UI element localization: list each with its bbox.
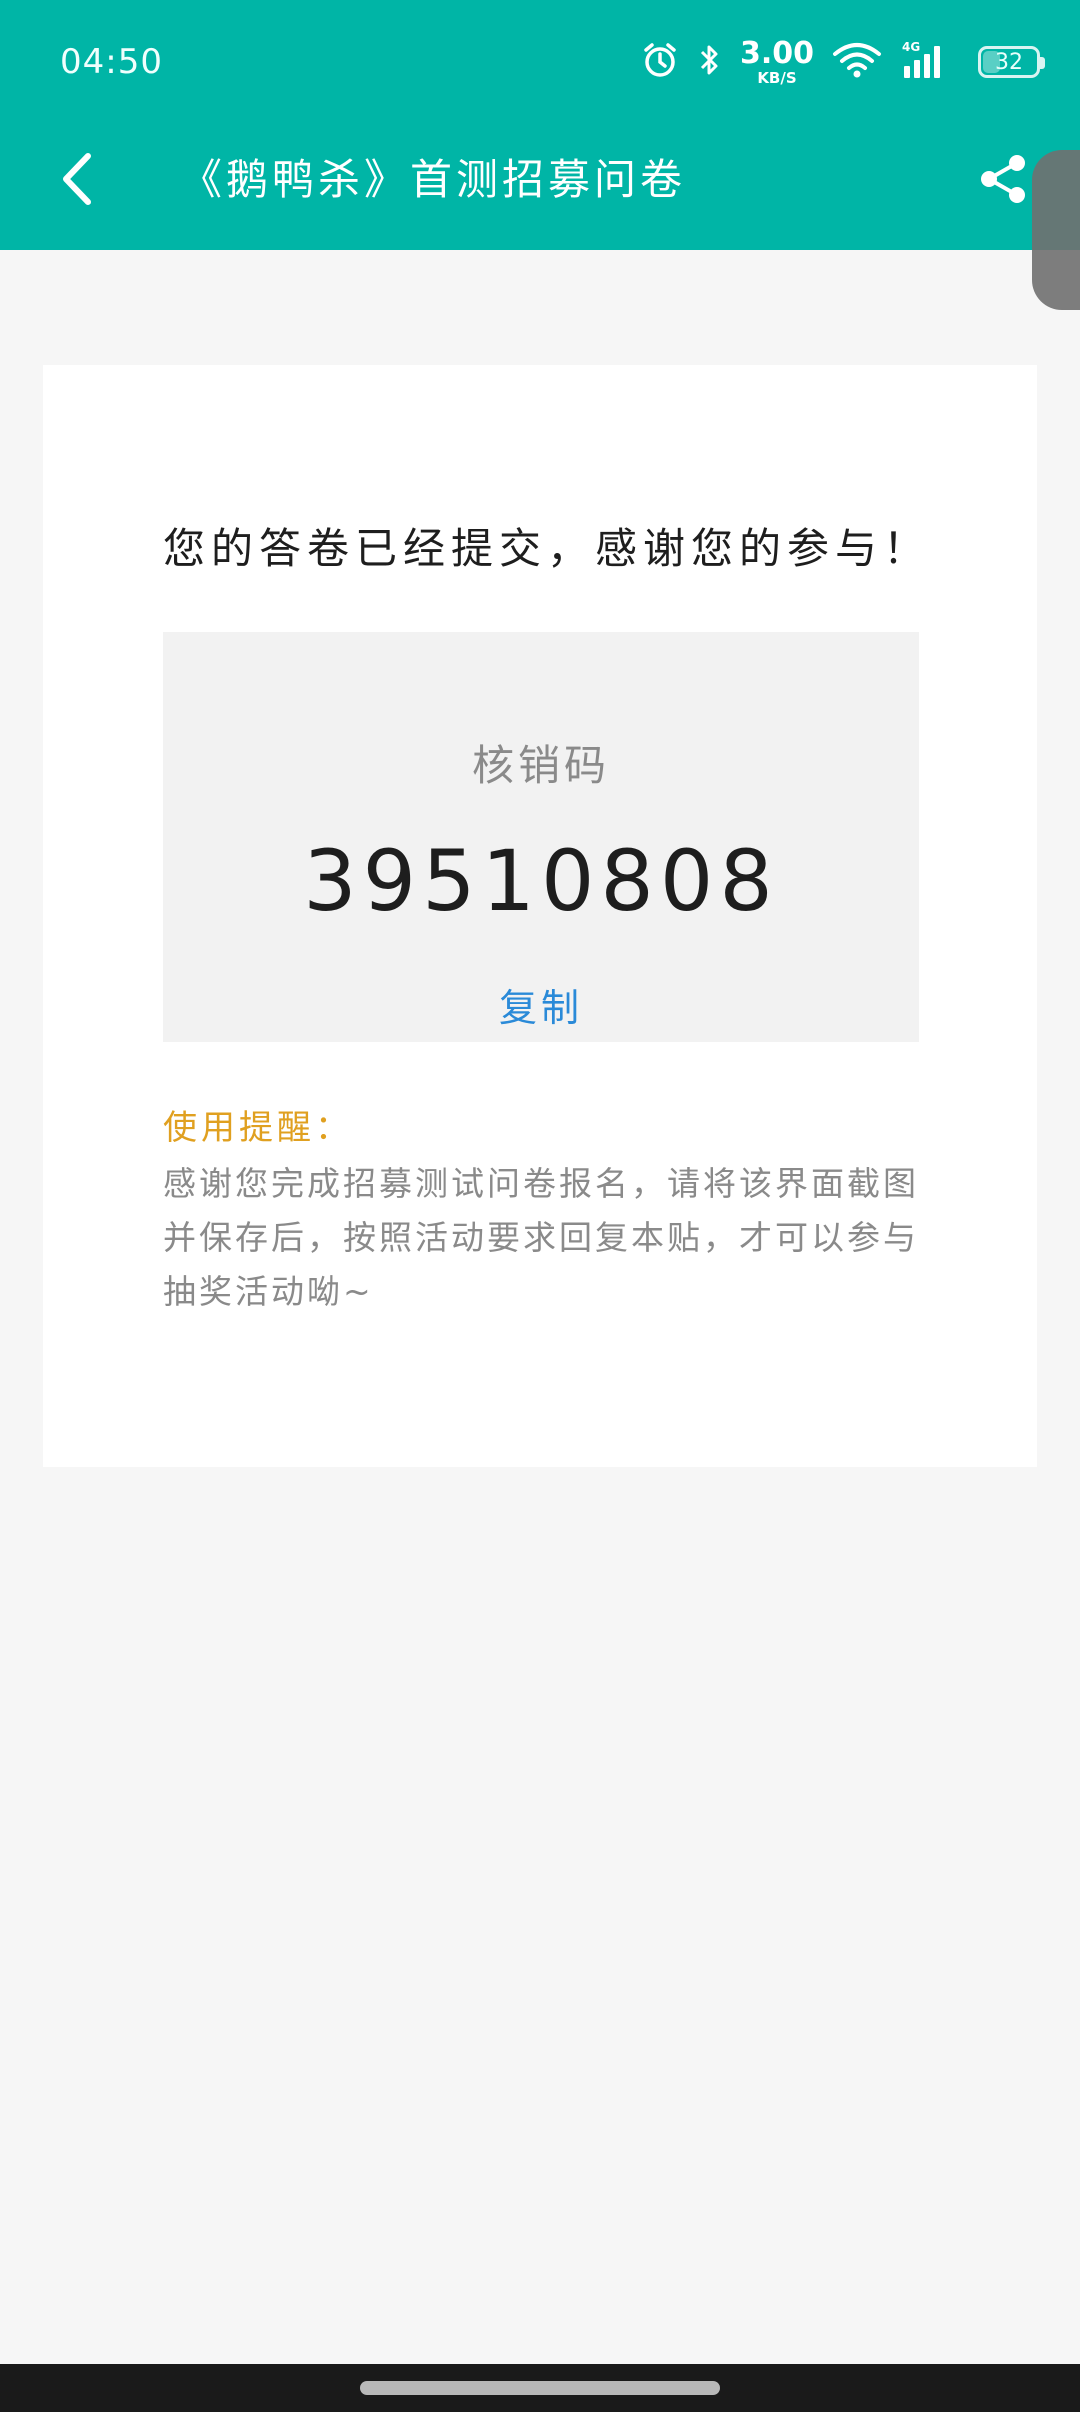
status-icons: 3.00 KB/S 4G 32 (640, 34, 1045, 90)
system-navigation-bar (0, 2364, 1080, 2412)
submit-success-message: 您的答卷已经提交，感谢您的参与！ (163, 524, 932, 573)
page-title: 《鹅鸭杀》首测招募问卷 (180, 155, 687, 204)
battery-icon: 32 (978, 46, 1045, 78)
network-type-label: 4G (902, 40, 920, 54)
top-bar: 04:50 3.00 KB/S 4G 32 《鹅鸭杀》首测招募问卷 (0, 0, 1080, 250)
alarm-icon (640, 40, 680, 84)
result-card: 您的答卷已经提交，感谢您的参与！ 核销码 39510808 复制 使用提醒： 感… (43, 365, 1037, 1467)
verification-code-label: 核销码 (471, 741, 610, 790)
copy-button[interactable]: 复制 (163, 977, 919, 1032)
tips-body: 感谢您完成招募测试问卷报名，请将该界面截图并保存后，按照活动要求回复本贴，才可以… (163, 1164, 919, 1311)
home-gesture-handle[interactable] (360, 2381, 720, 2395)
network-speed: 3.00 KB/S (739, 35, 814, 87)
status-time: 04:50 (60, 42, 163, 82)
network-speed-unit: KB/S (757, 68, 797, 87)
back-button[interactable] (52, 148, 102, 210)
network-speed-value: 3.00 (739, 35, 814, 71)
floating-edge-handle[interactable] (1032, 150, 1080, 310)
verification-code-box: 核销码 39510808 复制 (163, 632, 919, 1042)
chevron-left-icon (63, 153, 91, 205)
wifi-icon (832, 40, 882, 84)
verification-code-value: 39510808 (303, 832, 779, 930)
tips-title: 使用提醒： (163, 1108, 353, 1148)
bluetooth-icon (698, 40, 722, 84)
share-button[interactable] (972, 148, 1034, 210)
cellular-signal-icon: 4G (900, 40, 954, 84)
battery-level: 32 (995, 49, 1023, 75)
share-icon (981, 155, 1025, 203)
